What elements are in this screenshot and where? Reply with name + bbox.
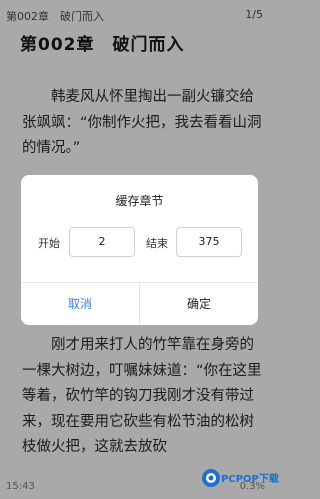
paragraph-2: 刚才用来打人的竹竿靠在身旁的一棵大树边，叮嘱妹妹道：“你在这里等着，砍竹竿的钩刀…	[22, 337, 262, 455]
cancel-button[interactable]: 取消	[21, 283, 139, 325]
dialog-title: 缓存章节	[115, 194, 164, 208]
paragraph-1: 韩麦风从怀里掏出一副火镰交给张飒飒：“你制作火把，我去看看山洞的情况。”	[22, 89, 262, 156]
end-chapter-input[interactable]: 375	[176, 227, 242, 257]
cache-chapters-dialog: 缓存章节 开始 2 结束 375 取消 确定	[21, 175, 258, 325]
reader-top-bar: 第002章 破门而入 1/5	[0, 0, 281, 26]
clock-time: 15:43	[6, 481, 35, 492]
watermark-text: PCPOP下载	[221, 474, 279, 485]
pcpop-watermark: PCPOP下载	[201, 467, 281, 489]
page-indicator: 1/5	[245, 8, 263, 21]
chapter-title: 第002章 破门而入	[20, 35, 185, 55]
header-chapter-label: 第002章 破门而入	[6, 10, 104, 23]
end-label: 结束	[146, 237, 168, 250]
confirm-button[interactable]: 确定	[140, 283, 258, 325]
start-label: 开始	[38, 237, 60, 250]
start-chapter-input[interactable]: 2	[69, 227, 135, 257]
pcpop-logo-icon	[202, 469, 220, 487]
